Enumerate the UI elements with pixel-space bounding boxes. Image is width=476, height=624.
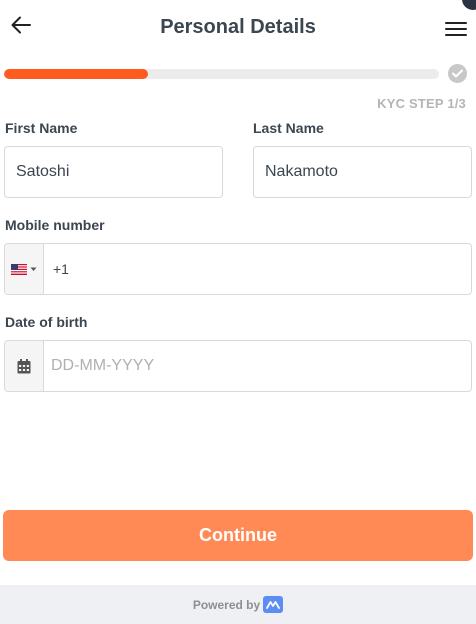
country-code-selector[interactable] [5, 244, 44, 294]
dob-label: Date of birth [5, 314, 88, 330]
header: Personal Details [0, 0, 476, 56]
progress-fill [4, 69, 148, 79]
menu-button[interactable] [442, 16, 470, 42]
page-title: Personal Details [160, 16, 316, 38]
first-name-field[interactable] [4, 146, 223, 198]
dob-input[interactable] [44, 357, 471, 375]
mobile-number-label: Mobile number [5, 217, 105, 233]
brand-logo-icon [263, 596, 284, 613]
calendar-icon [17, 358, 31, 373]
dob-field[interactable] [4, 340, 472, 392]
caret-down-icon [30, 267, 37, 271]
calendar-button[interactable] [5, 341, 44, 391]
kyc-step-label: KYC STEP 1/3 [377, 96, 466, 111]
us-flag-icon [11, 263, 27, 275]
first-name-label: First Name [5, 120, 78, 136]
last-name-field[interactable] [253, 146, 472, 198]
last-name-label: Last Name [253, 120, 324, 136]
first-name-input[interactable] [5, 163, 223, 181]
powered-by-text: Powered by [192, 597, 261, 612]
check-circle-icon [448, 64, 467, 83]
mobile-number-field[interactable]: +1 [4, 243, 472, 295]
progress-bar [4, 69, 439, 79]
kyc-card: Personal Details KYC STEP 1/3 First Name… [0, 0, 476, 585]
mobile-number-input[interactable] [68, 260, 471, 278]
continue-button[interactable]: Continue [3, 510, 473, 561]
last-name-input[interactable] [254, 163, 472, 181]
dial-code: +1 [53, 261, 69, 277]
hamburger-menu-icon [445, 22, 467, 36]
footer: Powered by [0, 585, 476, 624]
